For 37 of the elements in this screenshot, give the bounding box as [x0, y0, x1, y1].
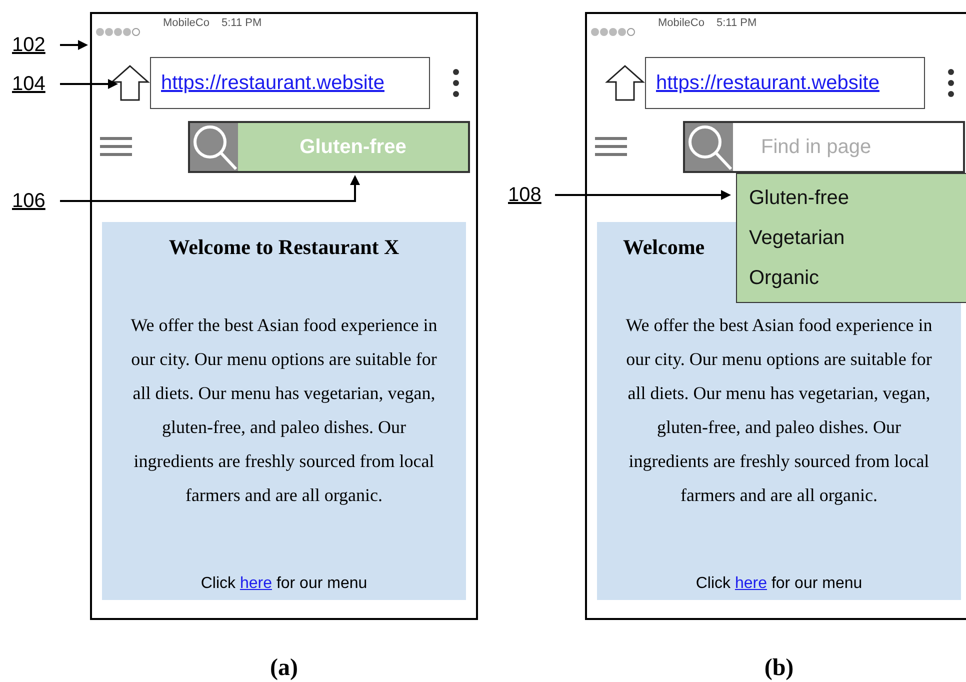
figure-caption: (a) — [270, 654, 298, 682]
search-icon — [190, 123, 238, 171]
home-icon[interactable] — [605, 64, 645, 102]
url-bar[interactable]: https://restaurant.website — [645, 57, 925, 109]
page-heading: Welcome to Restaurant X — [168, 234, 400, 261]
menu-icon[interactable] — [100, 136, 132, 158]
menu-link-text: Click here for our menu — [696, 574, 862, 594]
more-icon[interactable] — [947, 68, 955, 98]
search-icon — [685, 123, 733, 171]
more-icon[interactable] — [452, 68, 460, 98]
home-icon[interactable] — [110, 64, 150, 102]
reference-numeral: 108 — [508, 185, 542, 205]
carrier-name: MobileCo — [163, 16, 210, 31]
suggestion-item[interactable]: Gluten-free — [749, 183, 966, 213]
menu-link-text: Click here for our menu — [200, 574, 368, 594]
carrier-name: MobileCo — [658, 16, 704, 31]
page-body-text: We offer the best Asian food experience in our city. Our menu options are suitable for all diets. Our menu has vegetarian, vegan, gluten-free, and paleo dishes. Our ingredients are freshly sourced from local farmers and are all organic. — [130, 314, 438, 507]
signal-icon — [95, 27, 141, 37]
status-time: 5:11 PM — [716, 16, 757, 31]
here-link[interactable]: here — [734, 575, 767, 592]
page-body-text: We offer the best Asian food experience in our city. Our menu options are suitable for all diets. Our menu has vegetarian, vegan, gluten-free, and paleo dishes. Our ingredients are freshly sourced from local farmers and are all organic. — [624, 314, 934, 507]
suggestion-item[interactable]: Organic — [749, 263, 966, 293]
reference-numeral: 106 — [12, 191, 46, 211]
leader-arrow — [60, 40, 88, 50]
search-bar[interactable]: Find in page — [683, 121, 965, 173]
reference-numeral: 102 — [12, 35, 46, 55]
url-link[interactable]: https://restaurant.website — [656, 68, 880, 98]
status-time: 5:11 PM — [221, 16, 262, 31]
url-link[interactable]: https://restaurant.website — [161, 68, 384, 98]
page-heading: Welcome — [623, 234, 705, 261]
suggestion-item[interactable]: Vegetarian — [749, 223, 966, 253]
reference-numeral: 104 — [12, 74, 46, 94]
signal-icon — [590, 27, 636, 37]
here-link[interactable]: here — [240, 575, 272, 592]
url-bar[interactable]: https://restaurant.website — [150, 57, 430, 109]
menu-icon[interactable] — [595, 136, 627, 158]
figure-caption: (b) — [764, 654, 794, 682]
